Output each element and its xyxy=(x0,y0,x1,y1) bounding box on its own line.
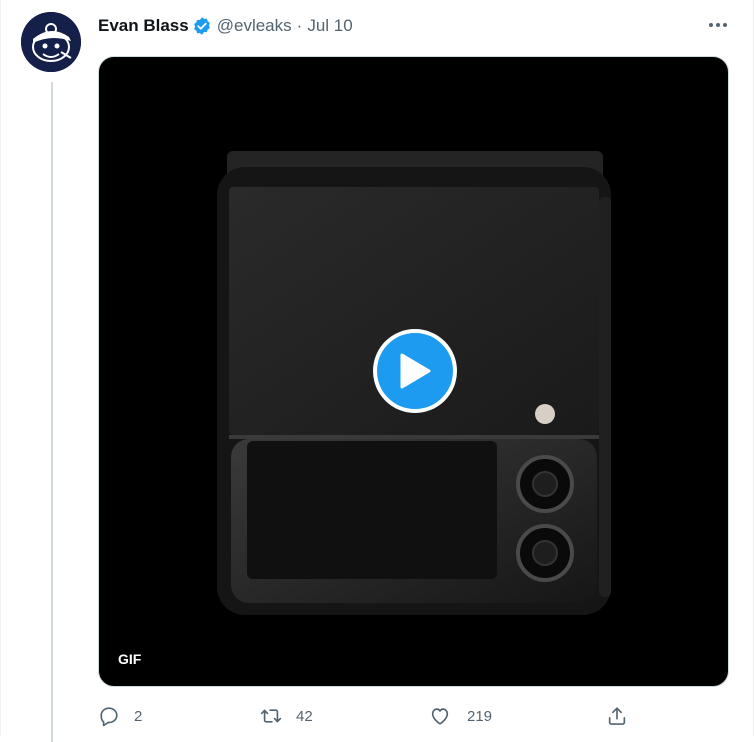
avatar[interactable] xyxy=(21,12,81,72)
like-icon xyxy=(431,708,449,725)
column-left-border xyxy=(0,0,1,736)
share-icon xyxy=(608,707,626,725)
reply-button[interactable]: 2 xyxy=(98,700,142,732)
retweet-count: 42 xyxy=(296,707,313,725)
author-handle[interactable]: @evleaks xyxy=(217,16,292,36)
cartoon-face-avatar-icon xyxy=(21,12,81,72)
more-options-button[interactable] xyxy=(704,14,732,36)
column-right-border xyxy=(753,0,754,736)
tweet-date[interactable]: Jul 10 xyxy=(307,16,352,36)
gif-badge: GIF xyxy=(118,651,142,667)
tweet-media[interactable]: GIF xyxy=(98,56,729,687)
author-name[interactable]: Evan Blass xyxy=(98,16,189,36)
verified-badge-icon xyxy=(192,16,212,36)
play-icon xyxy=(400,353,431,389)
separator-dot: · xyxy=(296,16,303,35)
retweet-icon xyxy=(260,709,282,723)
retweet-button[interactable]: 42 xyxy=(260,700,313,732)
play-button[interactable] xyxy=(373,329,457,413)
reply-count: 2 xyxy=(134,707,143,725)
like-count: 219 xyxy=(467,707,493,725)
like-button[interactable]: 219 xyxy=(429,700,492,732)
tweet-actions: 2 42 219 xyxy=(98,700,638,732)
share-button[interactable] xyxy=(606,700,628,732)
more-horizontal-icon xyxy=(709,23,727,27)
thread-line xyxy=(51,82,53,742)
reply-icon xyxy=(100,707,118,727)
tweet-header: Evan Blass @evleaks · Jul 10 xyxy=(98,14,353,38)
